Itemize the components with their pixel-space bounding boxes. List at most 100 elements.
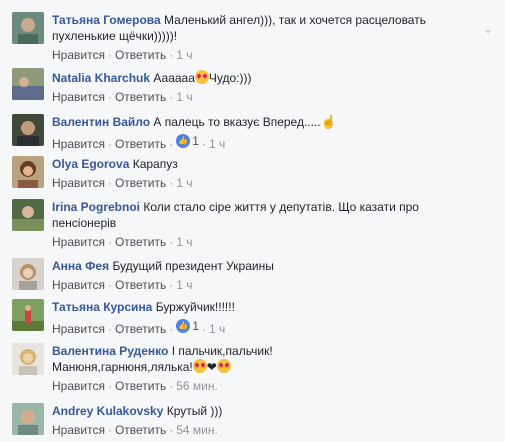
separator: ·	[107, 322, 112, 336]
avatar[interactable]	[12, 258, 44, 290]
timestamp[interactable]: 54 мин.	[176, 423, 218, 437]
like-button[interactable]: Нравится	[52, 235, 105, 249]
comment-text: А палець то вказує Вперед.....	[153, 115, 321, 129]
timestamp[interactable]: 1 ч	[176, 90, 192, 104]
comment-actions: Нравится · Ответить · 1 ч	[52, 234, 465, 250]
separator: ·	[107, 379, 112, 393]
comment-1: Татьяна Гомерова Маленький ангел))), так…	[0, 8, 505, 63]
avatar[interactable]	[12, 12, 44, 44]
reply-button[interactable]: Ответить	[115, 176, 166, 190]
comment-author[interactable]: Анна Фея	[52, 259, 109, 273]
timestamp[interactable]: 1 ч	[176, 278, 192, 292]
comment-text-line1: І пальчик,пальчик!	[171, 344, 273, 358]
like-button[interactable]: Нравится	[52, 90, 105, 104]
separator: ·	[107, 176, 112, 190]
separator: ·	[169, 322, 174, 336]
avatar[interactable]	[12, 68, 44, 100]
separator: ·	[169, 48, 174, 62]
like-button[interactable]: Нравится	[52, 48, 105, 62]
avatar[interactable]	[12, 199, 44, 231]
comment-8: Валентина Руденко І пальчик,пальчик! Ман…	[0, 341, 505, 397]
comment-author[interactable]: Andrey Kulakovsky	[52, 404, 163, 418]
separator: ·	[107, 48, 112, 62]
timestamp[interactable]: 1 ч	[176, 176, 192, 190]
pointing-hand-icon: ☝	[320, 114, 337, 129]
comment-actions: Нравится · Ответить · 1 ч	[52, 47, 465, 63]
avatar[interactable]	[12, 114, 44, 146]
comment-actions: Нравится · Ответить · 1 ч	[52, 175, 465, 191]
reaction-count[interactable]: 1	[176, 318, 199, 334]
separator: ·	[107, 137, 112, 151]
comment-5: Irina Pogrebnoi Коли стало сіре життя у …	[0, 197, 505, 253]
comment-text-after: Чудо:)))	[208, 71, 252, 85]
heart-eyes-emoji-icon	[194, 70, 209, 84]
comment-actions: Нравится·Ответить·1·1 ч	[52, 318, 465, 337]
thumbs-up-icon	[176, 319, 191, 333]
comment-actions: Нравится · Ответить · 54 мин.	[52, 422, 465, 438]
comment-author[interactable]: Валентина Руденко	[52, 344, 168, 358]
separator: ·	[169, 90, 174, 104]
comment-author[interactable]: Татьяна Курсина	[52, 300, 152, 314]
chevron-down-icon[interactable]: ⌄	[483, 22, 493, 36]
reply-button[interactable]: Ответить	[115, 235, 166, 249]
like-button[interactable]: Нравится	[52, 322, 105, 336]
comment-author[interactable]: Irina Pogrebnoi	[52, 200, 140, 214]
comment-text: Буржуйчик!!!!!!	[155, 300, 235, 314]
reaction-count-value: 1	[192, 319, 199, 333]
separator: ·	[169, 423, 174, 437]
separator: ·	[169, 176, 174, 190]
avatar[interactable]	[12, 299, 44, 331]
comment-text: Крутый )))	[166, 404, 223, 418]
reaction-count-value: 1	[192, 134, 199, 148]
comment-text-line2: Манюня,гарнюня,лялька!	[52, 360, 193, 374]
heart-eyes-emoji-icon	[216, 359, 231, 373]
comment-actions: Нравится · Ответить · 56 мин.	[52, 378, 465, 394]
comment-author[interactable]: Валентин Вайло	[52, 115, 150, 129]
comment-4: Olya Egorova Карапуз Нравится · Ответить · 1…	[0, 154, 505, 194]
separator: ·	[107, 90, 112, 104]
reply-button[interactable]: Ответить	[115, 90, 166, 104]
avatar[interactable]	[12, 156, 44, 188]
separator: ·	[169, 137, 174, 151]
reply-button[interactable]: Ответить	[115, 278, 166, 292]
thumbs-up-icon	[176, 134, 191, 148]
timestamp[interactable]: 1 ч	[176, 48, 192, 62]
like-button[interactable]: Нравится	[52, 176, 105, 190]
like-button[interactable]: Нравится	[52, 137, 105, 151]
reply-button[interactable]: Ответить	[115, 48, 166, 62]
comment-actions: Нравится·Ответить·1·1 ч	[52, 133, 465, 152]
separator: ·	[201, 322, 206, 336]
reply-button[interactable]: Ответить	[115, 379, 166, 393]
comment-7: Татьяна Курсина Буржуйчик!!!!!! Нравится…	[0, 297, 505, 337]
separator: ·	[107, 278, 112, 292]
reply-button[interactable]: Ответить	[115, 322, 166, 336]
timestamp[interactable]: 1 ч	[176, 235, 192, 249]
separator: ·	[201, 137, 206, 151]
avatar[interactable]	[12, 343, 44, 375]
comment-actions: Нравится · Ответить · 1 ч	[52, 277, 465, 293]
timestamp[interactable]: 1 ч	[209, 322, 225, 336]
like-button[interactable]: Нравится	[52, 278, 105, 292]
reply-button[interactable]: Ответить	[115, 423, 166, 437]
heart-eyes-emoji-icon	[192, 359, 207, 373]
comment-author[interactable]: Natalia Kharchuk	[52, 71, 150, 85]
black-heart-icon: ❤	[206, 360, 217, 374]
separator: ·	[107, 235, 112, 249]
comment-author[interactable]: Татьяна Гомерова	[52, 13, 161, 27]
like-button[interactable]: Нравится	[52, 379, 105, 393]
comment-text-before: Аааааа	[153, 71, 195, 85]
reaction-count[interactable]: 1	[176, 133, 199, 149]
timestamp[interactable]: 56 мин.	[176, 379, 218, 393]
comment-6: Анна Фея Будущий президент Украины Нрави…	[0, 256, 505, 296]
comment-3: Валентин Вайло А палець то вказує Вперед…	[0, 112, 505, 152]
timestamp[interactable]: 1 ч	[209, 137, 225, 151]
reply-button[interactable]: Ответить	[115, 137, 166, 151]
separator: ·	[169, 235, 174, 249]
comment-author[interactable]: Olya Egorova	[52, 157, 129, 171]
like-button[interactable]: Нравится	[52, 423, 105, 437]
separator: ·	[169, 379, 174, 393]
separator: ·	[107, 423, 112, 437]
avatar[interactable]	[12, 403, 44, 435]
comment-9: Andrey Kulakovsky Крутый ))) Нравится · От…	[0, 401, 505, 441]
comment-2: Natalia Kharchuk Аааааа Чудо:))) Нравится…	[0, 68, 505, 108]
